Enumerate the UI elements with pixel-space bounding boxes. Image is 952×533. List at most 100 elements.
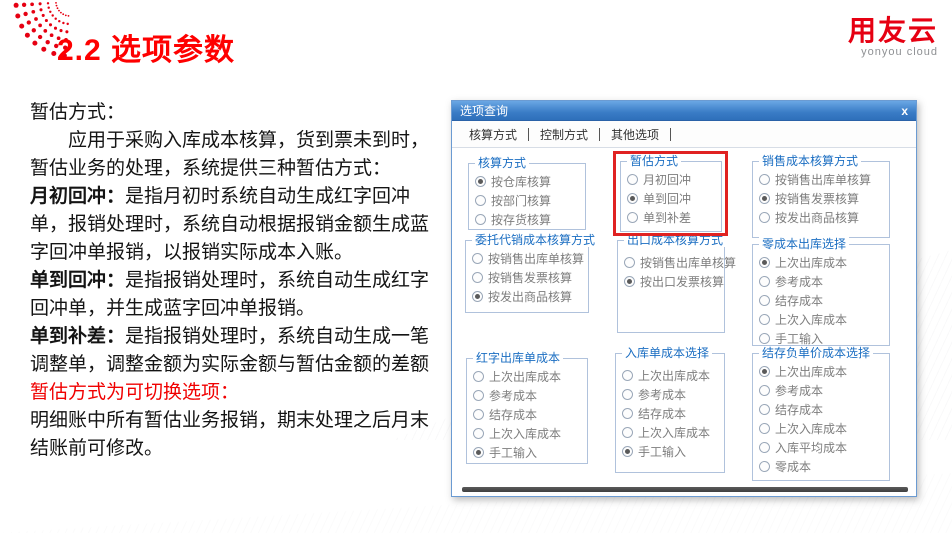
radio-button-icon [472, 272, 483, 283]
radio-button-icon [759, 404, 770, 415]
group-title: 结存负单价成本选择 [759, 346, 873, 360]
group-title: 入库单成本选择 [622, 346, 712, 360]
radio-label: 按销售发票核算 [488, 269, 572, 286]
group-red-outbound-cost: 红字出库单成本 上次出库成本参考成本结存成本上次入库成本手工输入 [466, 358, 588, 464]
radio-label: 按仓库核算 [491, 173, 551, 190]
radio-option[interactable]: 按销售出库单核算 [618, 253, 724, 272]
radio-label: 参考成本 [489, 387, 537, 404]
radio-button-icon [475, 195, 486, 206]
radio-option[interactable]: 上次出库成本 [616, 366, 724, 385]
radio-option[interactable]: 入库平均成本 [753, 438, 889, 457]
group-title: 红字出库单成本 [473, 351, 563, 365]
radio-label: 按销售出库单核算 [488, 250, 584, 267]
page-title: 2.2 选项参数 [57, 25, 235, 69]
dialog-title: 选项查询 [460, 102, 508, 119]
dialog-titlebar: 选项查询 x [452, 101, 916, 121]
radio-button-icon [472, 253, 483, 264]
radio-option[interactable]: 结存成本 [753, 291, 889, 310]
radio-option[interactable]: 结存成本 [616, 404, 724, 423]
radio-option[interactable]: 按仓库核算 [469, 172, 585, 191]
radio-option[interactable]: 按部门核算 [469, 191, 585, 210]
radio-button-icon [759, 442, 770, 453]
radio-option[interactable]: 按出口发票核算 [618, 272, 724, 291]
horizontal-scrollbar[interactable] [462, 487, 908, 492]
radio-option[interactable]: 结存成本 [467, 405, 587, 424]
radio-option[interactable]: 上次出库成本 [753, 362, 889, 381]
radio-option[interactable]: 上次入库成本 [753, 310, 889, 329]
radio-button-icon [622, 427, 633, 438]
radio-label: 上次出库成本 [775, 254, 847, 271]
body-red-note: 暂估方式为可切换选项： [30, 379, 444, 407]
tab-other-options[interactable]: 其他选项 [611, 126, 659, 143]
radio-button-icon [759, 193, 770, 204]
radio-option[interactable]: 上次入库成本 [467, 424, 587, 443]
radio-option[interactable]: 按销售发票核算 [753, 189, 889, 208]
radio-button-icon [473, 447, 484, 458]
radio-button-icon [759, 174, 770, 185]
radio-option[interactable]: 参考成本 [616, 385, 724, 404]
radio-option[interactable]: 按发出商品核算 [466, 287, 588, 306]
group-title: 出口成本核算方式 [624, 233, 726, 247]
radio-option[interactable]: 上次出库成本 [753, 253, 889, 272]
body-text: 暂估方式： 应用于采购入库成本核算，货到票未到时，暂估业务的处理，系统提供三种暂… [30, 99, 444, 463]
body-item-doc-arrival: 单到回冲：是指报销处理时，系统自动生成红字回冲单，并生成蓝字回冲单报销。 [30, 267, 444, 323]
radio-label: 零成本 [775, 458, 811, 475]
brand-logo-subtext: yonyou cloud [848, 46, 938, 58]
radio-button-icon [759, 295, 770, 306]
body-line-heading: 暂估方式： [30, 99, 444, 127]
radio-option[interactable]: 上次出库成本 [467, 367, 587, 386]
radio-button-icon [472, 291, 483, 302]
group-title: 销售成本核算方式 [759, 154, 861, 168]
tab-separator [599, 128, 600, 141]
group-consignment-cost-method: 委托代销成本核算方式 按销售出库单核算按销售发票核算按发出商品核算 [465, 240, 589, 313]
radio-option[interactable]: 单到回冲 [621, 189, 721, 208]
radio-button-icon [627, 193, 638, 204]
radio-label: 参考成本 [638, 386, 686, 403]
body-paragraph-intro: 应用于采购入库成本核算，货到票未到时，暂估业务的处理，系统提供三种暂估方式： [30, 127, 444, 183]
group-provisional-estimate-method: 暂估方式 月初回冲单到回冲单到补差 [620, 161, 722, 232]
radio-option[interactable]: 结存成本 [753, 400, 889, 419]
tab-control-method[interactable]: 控制方式 [540, 126, 588, 143]
radio-button-icon [627, 212, 638, 223]
radio-button-icon [627, 174, 638, 185]
radio-label: 上次入库成本 [489, 425, 561, 442]
radio-label: 参考成本 [775, 273, 823, 290]
radio-option[interactable]: 按销售出库单核算 [753, 170, 889, 189]
radio-button-icon [473, 371, 484, 382]
group-accounting-method: 核算方式 按仓库核算按部门核算按存货核算 [468, 163, 586, 230]
radio-button-icon [624, 257, 635, 268]
radio-option[interactable]: 手工输入 [467, 443, 587, 462]
dialog-tabbar: 核算方式 控制方式 其他选项 [452, 121, 916, 148]
radio-option[interactable]: 按销售发票核算 [466, 268, 588, 287]
radio-label: 按销售出库单核算 [775, 171, 871, 188]
radio-option[interactable]: 上次入库成本 [616, 423, 724, 442]
radio-label: 手工输入 [775, 330, 823, 347]
group-title: 核算方式 [475, 156, 529, 170]
radio-button-icon [622, 446, 633, 457]
body-item-doc-diff: 单到补差：是指报销处理时，系统自动生成一笔调整单，调整金额为实际金额与暂估金额的… [30, 323, 444, 379]
radio-option[interactable]: 按存货核算 [469, 210, 585, 229]
radio-label: 按发出商品核算 [488, 288, 572, 305]
radio-label: 手工输入 [489, 444, 537, 461]
close-icon[interactable]: x [901, 105, 908, 117]
tab-accounting-method[interactable]: 核算方式 [469, 126, 517, 143]
radio-label: 上次入库成本 [775, 311, 847, 328]
radio-option[interactable]: 按销售出库单核算 [466, 249, 588, 268]
radio-button-icon [473, 428, 484, 439]
radio-button-icon [759, 314, 770, 325]
tab-separator [528, 128, 529, 141]
radio-label: 按销售出库单核算 [640, 254, 736, 271]
radio-label: 上次入库成本 [775, 420, 847, 437]
radio-option[interactable]: 参考成本 [753, 272, 889, 291]
radio-option[interactable]: 参考成本 [467, 386, 587, 405]
radio-option[interactable]: 手工输入 [616, 442, 724, 461]
radio-option[interactable]: 月初回冲 [621, 170, 721, 189]
radio-option[interactable]: 零成本 [753, 457, 889, 476]
radio-option[interactable]: 参考成本 [753, 381, 889, 400]
radio-option[interactable]: 按发出商品核算 [753, 208, 889, 227]
radio-label: 上次入库成本 [638, 424, 710, 441]
group-title: 暂估方式 [627, 154, 681, 168]
radio-option[interactable]: 单到补差 [621, 208, 721, 227]
radio-label: 按出口发票核算 [640, 273, 724, 290]
radio-option[interactable]: 上次入库成本 [753, 419, 889, 438]
